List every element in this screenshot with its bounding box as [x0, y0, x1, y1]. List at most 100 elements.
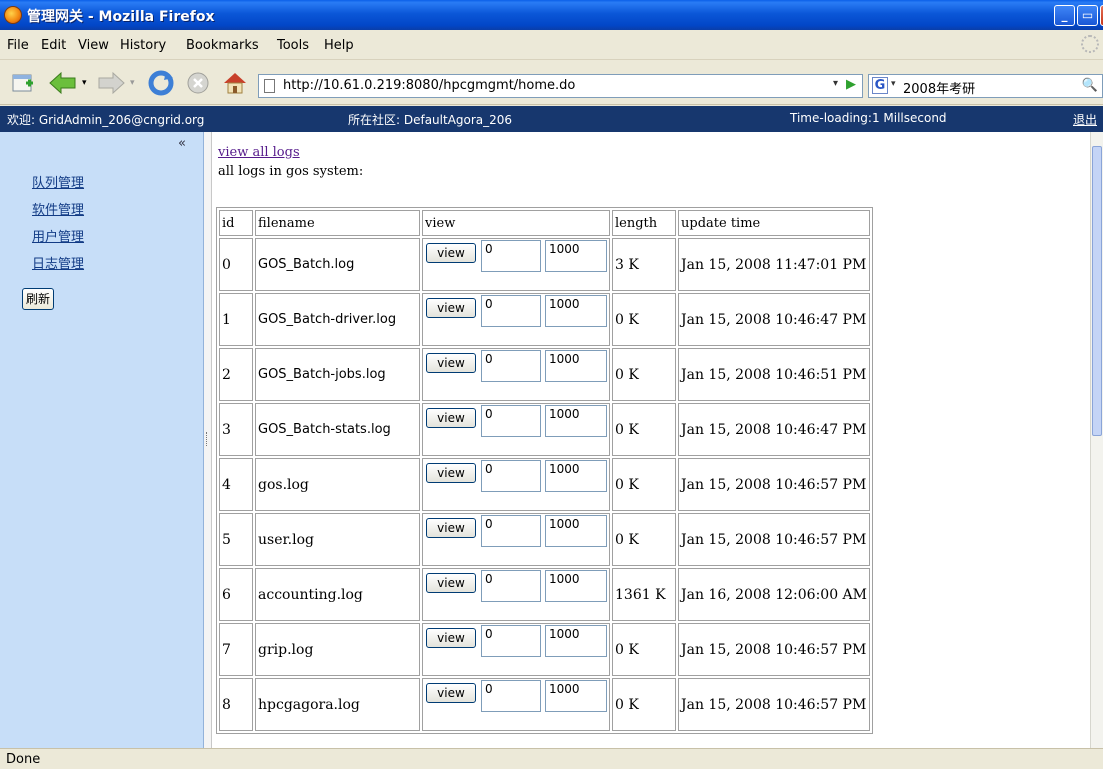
reload-icon[interactable]: [148, 70, 174, 96]
home-icon[interactable]: [222, 70, 248, 96]
menu-tools[interactable]: Tools: [277, 38, 309, 53]
view-log-button[interactable]: view: [426, 573, 476, 593]
view-log-button[interactable]: view: [426, 683, 476, 703]
history-dropdown-icon[interactable]: ▾: [833, 78, 838, 89]
table-header-row: id filename view length update time: [219, 210, 870, 236]
cell-id: 3: [219, 403, 253, 456]
activity-throbber-icon: [1081, 35, 1099, 53]
line-count-input[interactable]: 1000: [545, 350, 607, 382]
vertical-scrollbar[interactable]: [1090, 132, 1103, 748]
address-bar[interactable]: http://10.61.0.219:8080/hpcgmgmt/home.do…: [258, 74, 863, 98]
view-log-button[interactable]: view: [426, 463, 476, 483]
cell-update-time: Jan 15, 2008 10:46:57 PM: [678, 458, 870, 511]
scrollbar-thumb[interactable]: [1092, 146, 1102, 436]
sidebar-item-users[interactable]: 用户管理: [32, 226, 84, 245]
address-url[interactable]: http://10.61.0.219:8080/hpcgmgmt/home.do: [283, 78, 575, 93]
search-bar[interactable]: G ▾ 2008年考研 🔍: [868, 74, 1103, 98]
cell-id: 5: [219, 513, 253, 566]
header-view: view: [422, 210, 610, 236]
status-bar: Done: [0, 748, 1103, 769]
view-log-button[interactable]: view: [426, 353, 476, 373]
splitter-grip-icon[interactable]: [206, 432, 209, 446]
menu-bar: File Edit View History Bookmarks Tools H…: [0, 30, 1103, 60]
loading-time-text: Time-loading:1 Millsecond: [790, 111, 947, 125]
search-magnifier-icon[interactable]: 🔍: [1082, 78, 1098, 93]
view-log-button[interactable]: view: [426, 518, 476, 538]
new-tab-icon[interactable]: [10, 70, 36, 96]
cell-length: 0 K: [612, 293, 676, 346]
google-engine-icon[interactable]: G: [872, 77, 888, 94]
start-line-input[interactable]: 0: [481, 515, 541, 547]
menu-help[interactable]: Help: [324, 38, 354, 53]
start-line-input[interactable]: 0: [481, 350, 541, 382]
cell-view: view 0 1000: [422, 568, 610, 621]
search-input[interactable]: 2008年考研: [903, 78, 975, 97]
start-line-input[interactable]: 0: [481, 295, 541, 327]
engine-dropdown-icon[interactable]: ▾: [891, 79, 896, 89]
minimize-button[interactable]: _: [1054, 5, 1075, 26]
cell-view: view 0 1000: [422, 458, 610, 511]
line-count-input[interactable]: 1000: [545, 460, 607, 492]
table-row: 6 accounting.log view 0 1000 1361 K Jan 16, 20…: [219, 568, 870, 621]
cell-length: 0 K: [612, 403, 676, 456]
menu-file[interactable]: File: [7, 38, 29, 53]
sidebar-item-logs[interactable]: 日志管理: [32, 253, 84, 272]
go-arrow-icon[interactable]: ▶: [846, 77, 856, 92]
cell-id: 2: [219, 348, 253, 401]
start-line-input[interactable]: 0: [481, 240, 541, 272]
cell-update-time: Jan 15, 2008 10:46:57 PM: [678, 513, 870, 566]
view-log-button[interactable]: view: [426, 298, 476, 318]
collapse-sidebar-icon[interactable]: «: [178, 136, 186, 151]
line-count-input[interactable]: 1000: [545, 515, 607, 547]
table-row: 1 GOS_Batch-driver.log view 0 1000 0 K Jan 15,…: [219, 293, 870, 346]
sidebar-item-software[interactable]: 软件管理: [32, 199, 84, 218]
table-row: 2 GOS_Batch-jobs.log view 0 1000 0 K Jan 15, 2…: [219, 348, 870, 401]
line-count-input[interactable]: 1000: [545, 405, 607, 437]
forward-arrow-icon[interactable]: [96, 70, 126, 96]
cell-filename: hpcgagora.log: [255, 678, 420, 731]
cell-view: view 0 1000: [422, 403, 610, 456]
cell-view: view 0 1000: [422, 348, 610, 401]
cell-view: view 0 1000: [422, 623, 610, 676]
menu-history[interactable]: History: [120, 38, 166, 53]
start-line-input[interactable]: 0: [481, 405, 541, 437]
cell-id: 7: [219, 623, 253, 676]
cell-filename: user.log: [255, 513, 420, 566]
cell-view: view 0 1000: [422, 678, 610, 731]
line-count-input[interactable]: 1000: [545, 295, 607, 327]
cell-filename: GOS_Batch-stats.log: [255, 403, 420, 456]
view-all-logs-link[interactable]: view all logs: [218, 145, 300, 160]
logs-caption: all logs in gos system:: [218, 164, 364, 179]
line-count-input[interactable]: 1000: [545, 570, 607, 602]
start-line-input[interactable]: 0: [481, 570, 541, 602]
firefox-icon: [4, 6, 22, 24]
cell-id: 4: [219, 458, 253, 511]
line-count-input[interactable]: 1000: [545, 240, 607, 272]
back-arrow-icon[interactable]: [48, 70, 78, 96]
logs-table: id filename view length update time 0 GOS…: [216, 207, 873, 734]
view-log-button[interactable]: view: [426, 243, 476, 263]
start-line-input[interactable]: 0: [481, 625, 541, 657]
start-line-input[interactable]: 0: [481, 680, 541, 712]
menu-view[interactable]: View: [78, 38, 109, 53]
maximize-button[interactable]: ▭: [1077, 5, 1098, 26]
sidebar-splitter[interactable]: [204, 132, 212, 748]
menu-edit[interactable]: Edit: [41, 38, 66, 53]
menu-bookmarks[interactable]: Bookmarks: [186, 38, 259, 53]
forward-history-dropdown-icon[interactable]: ▾: [130, 78, 135, 88]
cell-update-time: Jan 15, 2008 10:46:47 PM: [678, 403, 870, 456]
window-titlebar: 管理网关 - Mozilla Firefox _ ▭ ×: [0, 0, 1103, 30]
page-icon: [264, 79, 275, 93]
sidebar-item-queue[interactable]: 队列管理: [32, 172, 84, 191]
cell-update-time: Jan 15, 2008 10:46:47 PM: [678, 293, 870, 346]
view-log-button[interactable]: view: [426, 408, 476, 428]
cell-filename: GOS_Batch-jobs.log: [255, 348, 420, 401]
view-log-button[interactable]: view: [426, 628, 476, 648]
start-line-input[interactable]: 0: [481, 460, 541, 492]
refresh-button[interactable]: 刷新: [22, 288, 54, 310]
line-count-input[interactable]: 1000: [545, 680, 607, 712]
back-history-dropdown-icon[interactable]: ▾: [82, 78, 87, 88]
line-count-input[interactable]: 1000: [545, 625, 607, 657]
logout-link[interactable]: 退出: [1073, 111, 1097, 128]
stop-icon[interactable]: [185, 70, 211, 96]
